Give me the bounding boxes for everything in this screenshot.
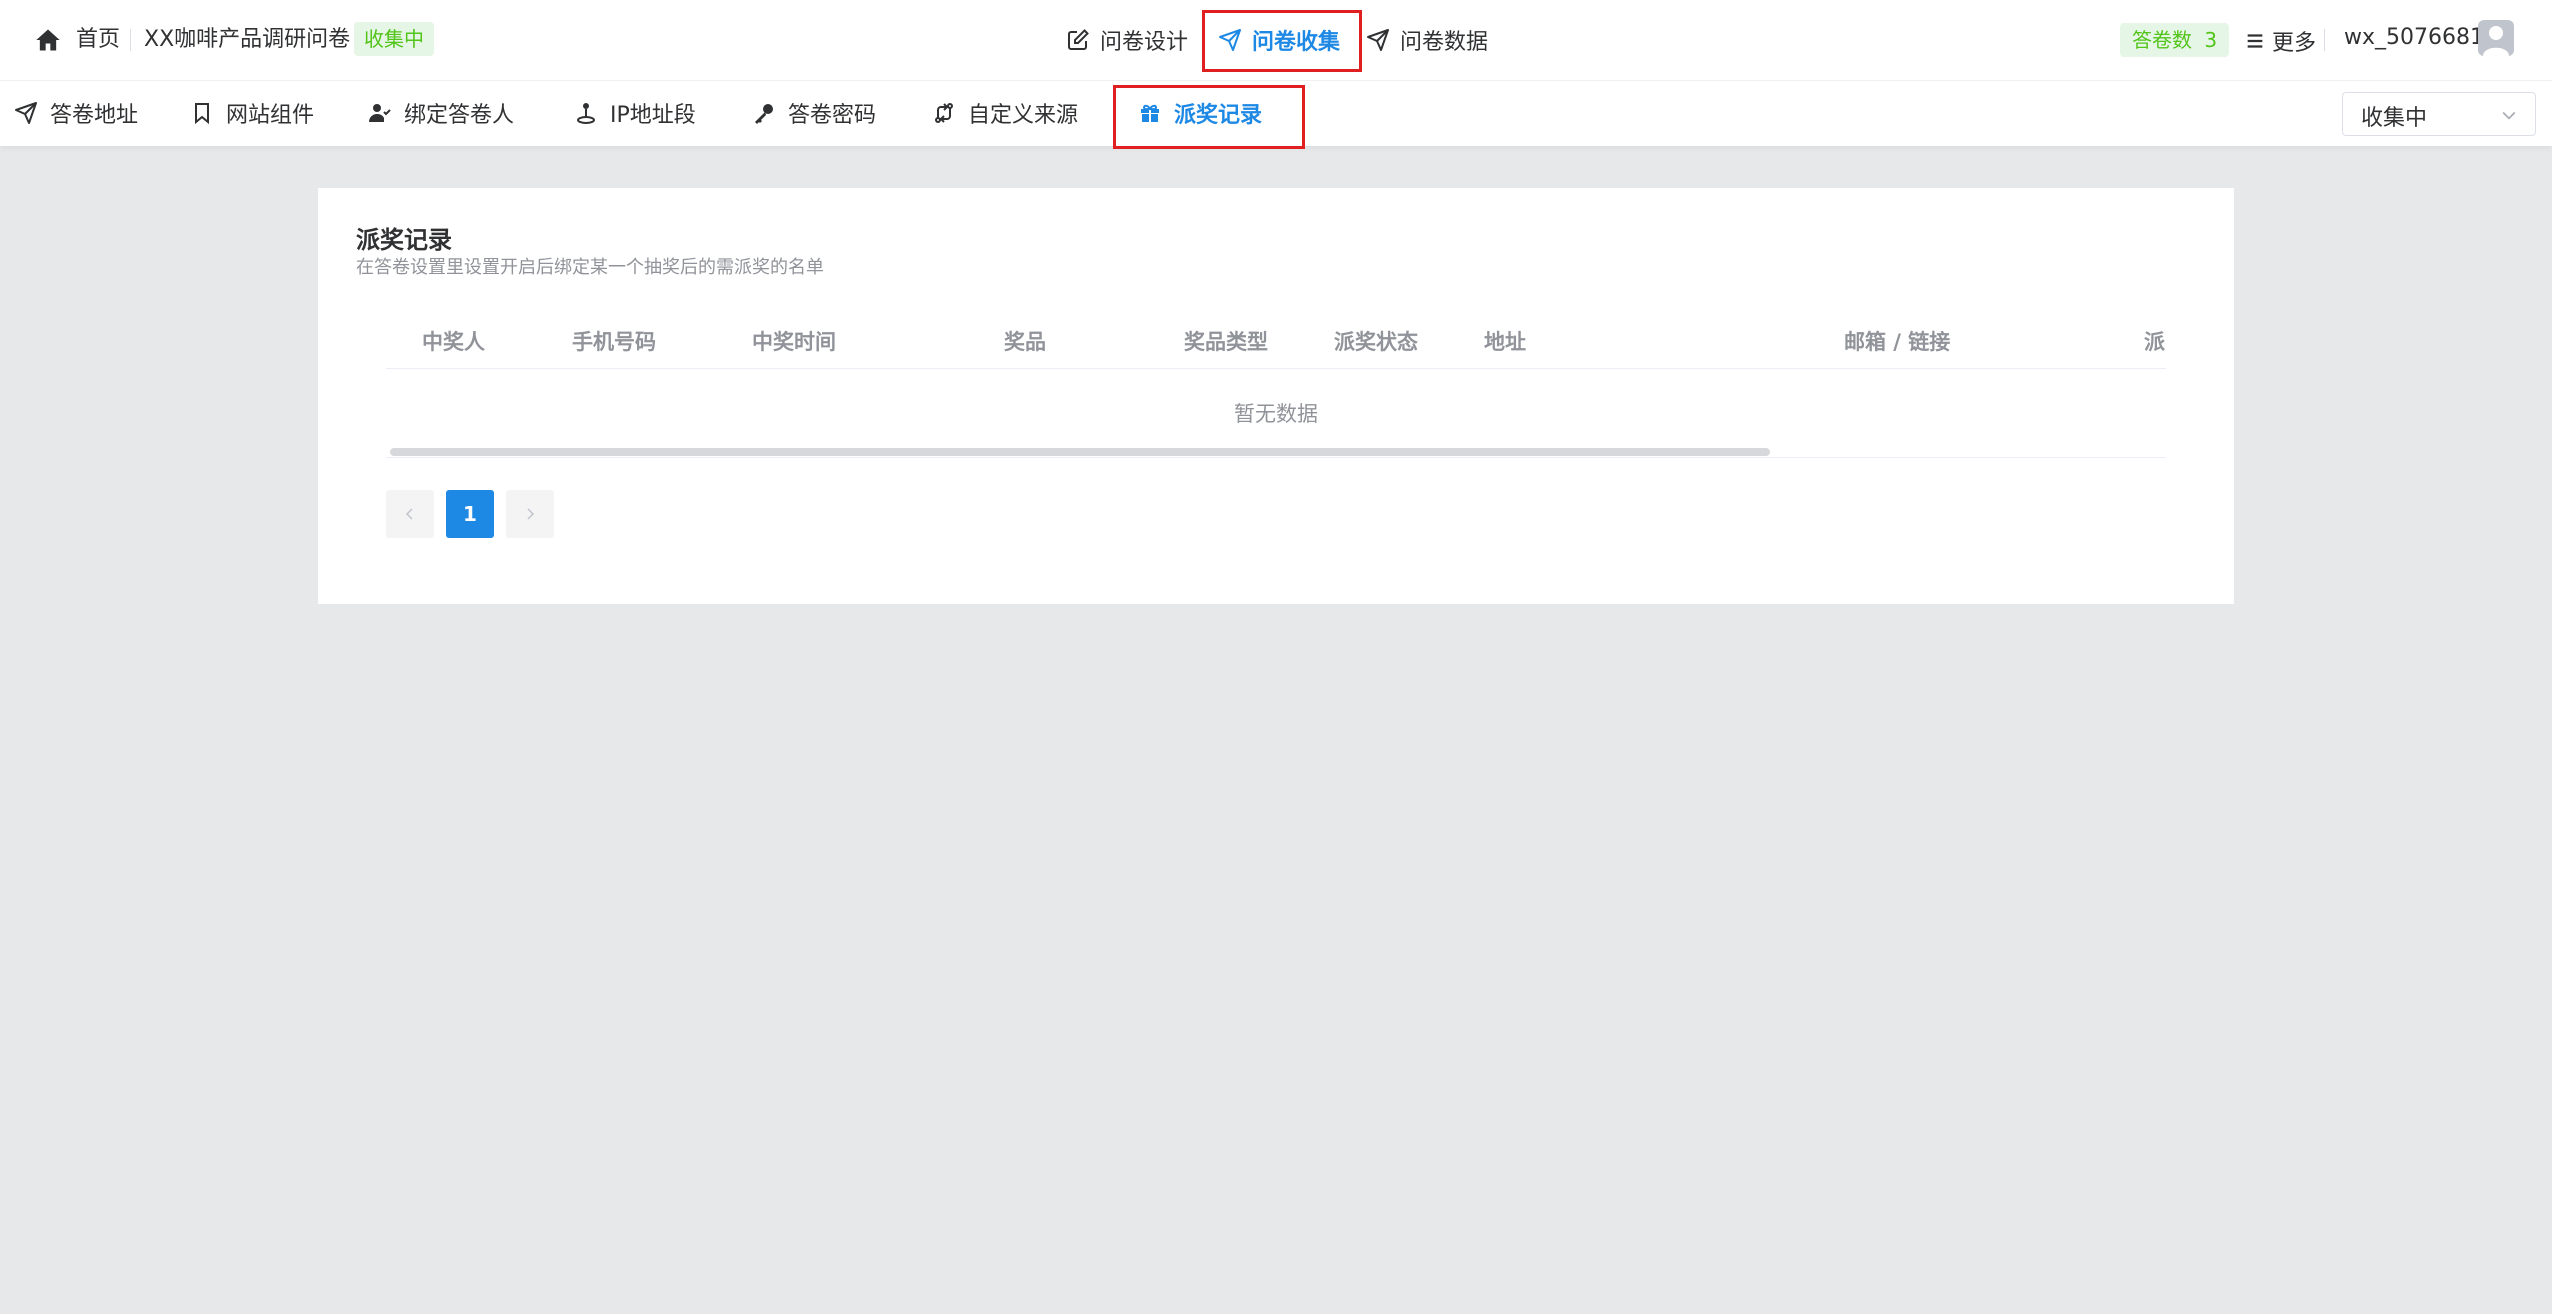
avatar[interactable]: [2478, 20, 2514, 56]
subtab-website-widget[interactable]: 网站组件: [190, 97, 314, 129]
column-header: 派奖状态: [1334, 330, 1418, 354]
edit-icon: [1068, 29, 1089, 50]
column-header: 奖品: [1004, 330, 1046, 354]
subtab-label: IP地址段: [610, 103, 696, 128]
prize-records-panel: 派奖记录 在答卷设置里设置开启后绑定某一个抽奖后的需派奖的名单 中奖人 手机号码…: [318, 188, 2234, 604]
column-header: 奖品类型: [1184, 330, 1268, 354]
key-icon: [755, 104, 773, 124]
divider: [130, 29, 131, 51]
subtab-ip-range[interactable]: IP地址段: [574, 97, 696, 129]
divider: [2324, 29, 2325, 51]
horizontal-scrollbar[interactable]: [390, 448, 1770, 456]
prev-page-button[interactable]: [386, 490, 434, 538]
send-icon: [15, 102, 37, 124]
tab-label: 问卷数据: [1400, 30, 1489, 55]
answer-count-badge[interactable]: 答卷数 3: [2120, 23, 2230, 57]
column-header: 中奖人: [422, 330, 485, 354]
menu-icon: [2247, 34, 2263, 48]
subtab-bind-respondent[interactable]: 绑定答卷人: [368, 97, 514, 129]
chevron-left-icon: [405, 508, 413, 520]
subtab-label: 派奖记录: [1174, 103, 1263, 128]
empty-state-text: 暂无数据: [1234, 402, 1318, 426]
chevron-right-icon: [527, 508, 535, 520]
location-icon: [577, 103, 595, 124]
user-icon: [2483, 26, 2509, 56]
home-link[interactable]: 首页: [76, 25, 120, 55]
subtab-label: 自定义来源: [968, 103, 1079, 128]
panel-title: 派奖记录: [356, 226, 452, 254]
column-header: 手机号码: [572, 330, 656, 354]
answer-count-value: 3: [2204, 28, 2218, 52]
tab-label: 问卷收集: [1252, 30, 1341, 55]
tab-label: 问卷设计: [1100, 30, 1189, 55]
tab-survey-design[interactable]: 问卷设计: [1066, 24, 1188, 56]
more-menu-button[interactable]: 更多: [2244, 25, 2316, 57]
subtab-custom-source[interactable]: 自定义来源: [932, 97, 1078, 129]
tab-survey-data[interactable]: 问卷数据: [1366, 24, 1488, 56]
prize-records-table: 中奖人 手机号码 中奖时间 奖品 奖品类型 派奖状态 地址 邮箱 / 链接 派 …: [386, 312, 2166, 458]
subtab-label: 网站组件: [226, 103, 315, 128]
header-row: 首页 XX咖啡产品调研问卷 收集中 问卷设计 问卷收集 问卷数据 答卷数 3 更…: [0, 0, 2552, 81]
table-header: 中奖人 手机号码 中奖时间 奖品 奖品类型 派奖状态 地址 邮箱 / 链接 派: [386, 312, 2166, 369]
column-header: 邮箱 / 链接: [1844, 330, 1951, 354]
panel-description: 在答卷设置里设置开启后绑定某一个抽奖后的需派奖的名单: [356, 257, 824, 278]
column-header: 地址: [1484, 330, 1526, 354]
home-icon[interactable]: [34, 26, 62, 54]
top-navigation: 首页 XX咖啡产品调研问卷 收集中 问卷设计 问卷收集 问卷数据 答卷数 3 更…: [0, 0, 2552, 149]
next-page-button[interactable]: [506, 490, 554, 538]
column-header: 派: [2144, 330, 2165, 354]
subtab-answer-address[interactable]: 答卷地址: [14, 97, 138, 129]
tab-survey-collect[interactable]: 问卷收集: [1218, 24, 1340, 56]
subtab-answer-password[interactable]: 答卷密码: [752, 97, 876, 129]
user-check-icon: [369, 104, 391, 122]
chevron-down-icon: [2502, 111, 2516, 120]
survey-title: XX咖啡产品调研问卷: [144, 27, 351, 52]
subtab-label: 答卷地址: [50, 103, 139, 128]
column-header: 中奖时间: [752, 330, 836, 354]
sub-navigation: 答卷地址 网站组件 绑定答卷人 IP地址段 答卷密码 自定义来源 派奖记录 收集…: [0, 80, 2552, 149]
status-badge: 收集中: [354, 22, 434, 56]
send-icon: [1219, 29, 1241, 51]
select-value: 收集中: [2361, 106, 2428, 131]
divider: [386, 457, 2166, 458]
username[interactable]: wx_5076681: [2344, 25, 2484, 50]
subtab-label: 答卷密码: [788, 103, 877, 128]
collection-status-select[interactable]: 收集中: [2342, 92, 2536, 136]
gift-icon: [1141, 104, 1159, 122]
send-icon: [1367, 29, 1389, 51]
more-label: 更多: [2272, 31, 2317, 56]
subtab-prize-records[interactable]: 派奖记录: [1138, 97, 1262, 129]
subtab-label: 绑定答卷人: [404, 103, 515, 128]
bookmark-icon: [195, 103, 209, 125]
answer-count-label: 答卷数: [2132, 28, 2192, 52]
swap-icon: [935, 103, 953, 123]
page-number-button[interactable]: 1: [446, 490, 494, 538]
